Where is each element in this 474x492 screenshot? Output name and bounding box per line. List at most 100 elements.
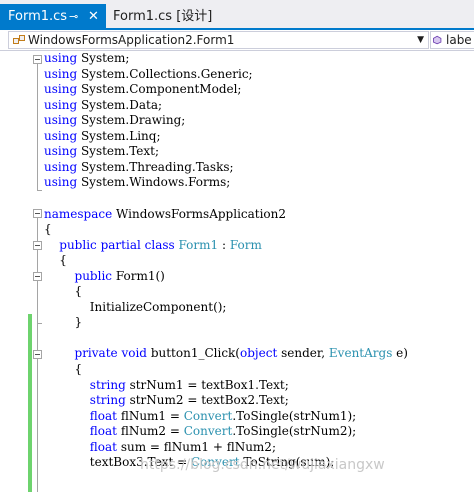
code-token: InitializeComponent();	[44, 300, 227, 314]
type-token: Form1	[178, 238, 219, 252]
code-token: e)	[392, 346, 408, 360]
code-token: System.Text;	[77, 144, 160, 158]
keyword-token: partial	[100, 238, 141, 252]
keyword-token: namespace	[44, 207, 113, 221]
watermark: https://blog.csdn.net/wujiaxiangxw	[140, 457, 385, 473]
keyword-token: private	[74, 346, 118, 360]
code-token: button1_Click(	[147, 346, 240, 360]
type-token: Convert	[183, 424, 233, 438]
keyword-token: float	[89, 440, 117, 454]
code-line: InitializeComponent();	[44, 300, 227, 315]
tab-form1-cs[interactable]: Form1.cs ⊸ ✕	[0, 4, 106, 29]
keyword-token: string	[89, 393, 126, 407]
code-token: System.ComponentModel;	[77, 82, 242, 96]
code-token: System.Data;	[77, 98, 163, 112]
change-indicator	[28, 314, 32, 343]
close-icon[interactable]: ✕	[88, 4, 99, 29]
code-token: }	[44, 315, 83, 329]
code-token: :	[218, 238, 230, 252]
code-line: using System.Linq;	[44, 129, 161, 144]
code-line: float flNum1 = Convert.ToSingle(strNum1)…	[44, 409, 356, 424]
code-token: System.Linq;	[77, 129, 161, 143]
keyword-token: using	[44, 82, 78, 96]
code-line: float sum = flNum1 + flNum2;	[44, 440, 276, 455]
keyword-token: using	[44, 67, 78, 81]
code-line: public partial class Form1 : Form	[44, 238, 262, 253]
code-token: {	[44, 253, 67, 267]
code-line: {	[44, 284, 83, 299]
code-token: strNum2 = textBox2.Text;	[125, 393, 289, 407]
pin-icon[interactable]: ⊸	[69, 4, 78, 29]
keyword-token: using	[44, 51, 78, 65]
code-token: sender,	[277, 346, 329, 360]
keyword-token: using	[44, 144, 78, 158]
code-line: using System.Threading.Tasks;	[44, 160, 234, 175]
code-line: using System.Drawing;	[44, 113, 185, 128]
type-token: EventArgs	[328, 346, 393, 360]
code-token: flNum2 =	[117, 424, 184, 438]
code-line: float flNum2 = Convert.ToSingle(strNum2)…	[44, 424, 356, 439]
code-token: System.Collections.Generic;	[77, 67, 253, 81]
code-token: System;	[77, 51, 130, 65]
code-line: using System.Text;	[44, 144, 159, 159]
keyword-token: using	[44, 113, 78, 127]
code-token: flNum1 =	[117, 409, 184, 423]
code-editor[interactable]: using System; using System.Collections.Ge…	[0, 51, 474, 492]
code-token: System.Drawing;	[77, 113, 186, 127]
code-token: strNum1 = textBox1.Text;	[125, 378, 289, 392]
code-line: string strNum2 = textBox2.Text;	[44, 393, 289, 408]
code-line: using System.Collections.Generic;	[44, 67, 253, 82]
keyword-token: class	[144, 238, 175, 252]
collapse-toggle-icon[interactable]	[33, 272, 42, 281]
keyword-token: using	[44, 129, 78, 143]
code-token: System.Windows.Forms;	[77, 175, 231, 189]
collapse-toggle-icon[interactable]	[33, 209, 42, 218]
code-token: .ToSingle(strNum1);	[232, 409, 357, 423]
tab-label: Form1.cs	[8, 9, 68, 24]
class-dropdown[interactable]: WindowsFormsApplication2.Form1 ▼	[8, 31, 429, 49]
keyword-token: using	[44, 175, 78, 189]
keyword-token: using	[44, 98, 78, 112]
navigation-bar: WindowsFormsApplication2.Form1 ▼ labe	[0, 30, 474, 51]
keyword-token: float	[89, 409, 117, 423]
keyword-token: public	[74, 269, 113, 283]
code-line: using System.ComponentModel;	[44, 82, 241, 97]
code-line: string strNum1 = textBox1.Text;	[44, 378, 289, 393]
member-dropdown[interactable]: labe	[430, 31, 474, 49]
keyword-token: void	[121, 346, 147, 360]
code-line: using System.Windows.Forms;	[44, 175, 230, 190]
code-line: }	[44, 315, 83, 330]
code-line: private void button1_Click(object sender…	[44, 346, 408, 361]
outline-guide	[37, 64, 38, 190]
code-token: .ToSingle(strNum2);	[232, 424, 357, 438]
code-line: {	[44, 362, 83, 377]
collapse-toggle-icon[interactable]	[33, 241, 42, 250]
change-indicator	[28, 343, 32, 492]
field-icon	[433, 35, 442, 45]
document-tab-bar: Form1.cs ⊸ ✕ Form1.cs [设计]	[0, 0, 474, 30]
keyword-token: public	[59, 238, 97, 252]
code-token: {	[44, 284, 83, 298]
code-token: WindowsFormsApplication2	[112, 207, 287, 221]
tab-form1-design[interactable]: Form1.cs [设计]	[107, 4, 227, 29]
code-line: namespace WindowsFormsApplication2	[44, 207, 286, 222]
chevron-down-icon: ▼	[417, 35, 424, 45]
code-line: using System;	[44, 51, 129, 66]
code-token: Form1()	[112, 269, 165, 283]
collapse-toggle-icon[interactable]	[33, 350, 42, 359]
code-token: sum = flNum1 + flNum2;	[117, 440, 276, 454]
collapse-toggle-icon[interactable]	[33, 55, 42, 64]
code-token: System.Threading.Tasks;	[77, 160, 234, 174]
code-line: public Form1()	[44, 269, 165, 284]
keyword-token: using	[44, 160, 78, 174]
code-token: {	[44, 362, 83, 376]
class-icon	[13, 35, 25, 44]
class-dropdown-value: WindowsFormsApplication2.Form1	[28, 33, 235, 47]
